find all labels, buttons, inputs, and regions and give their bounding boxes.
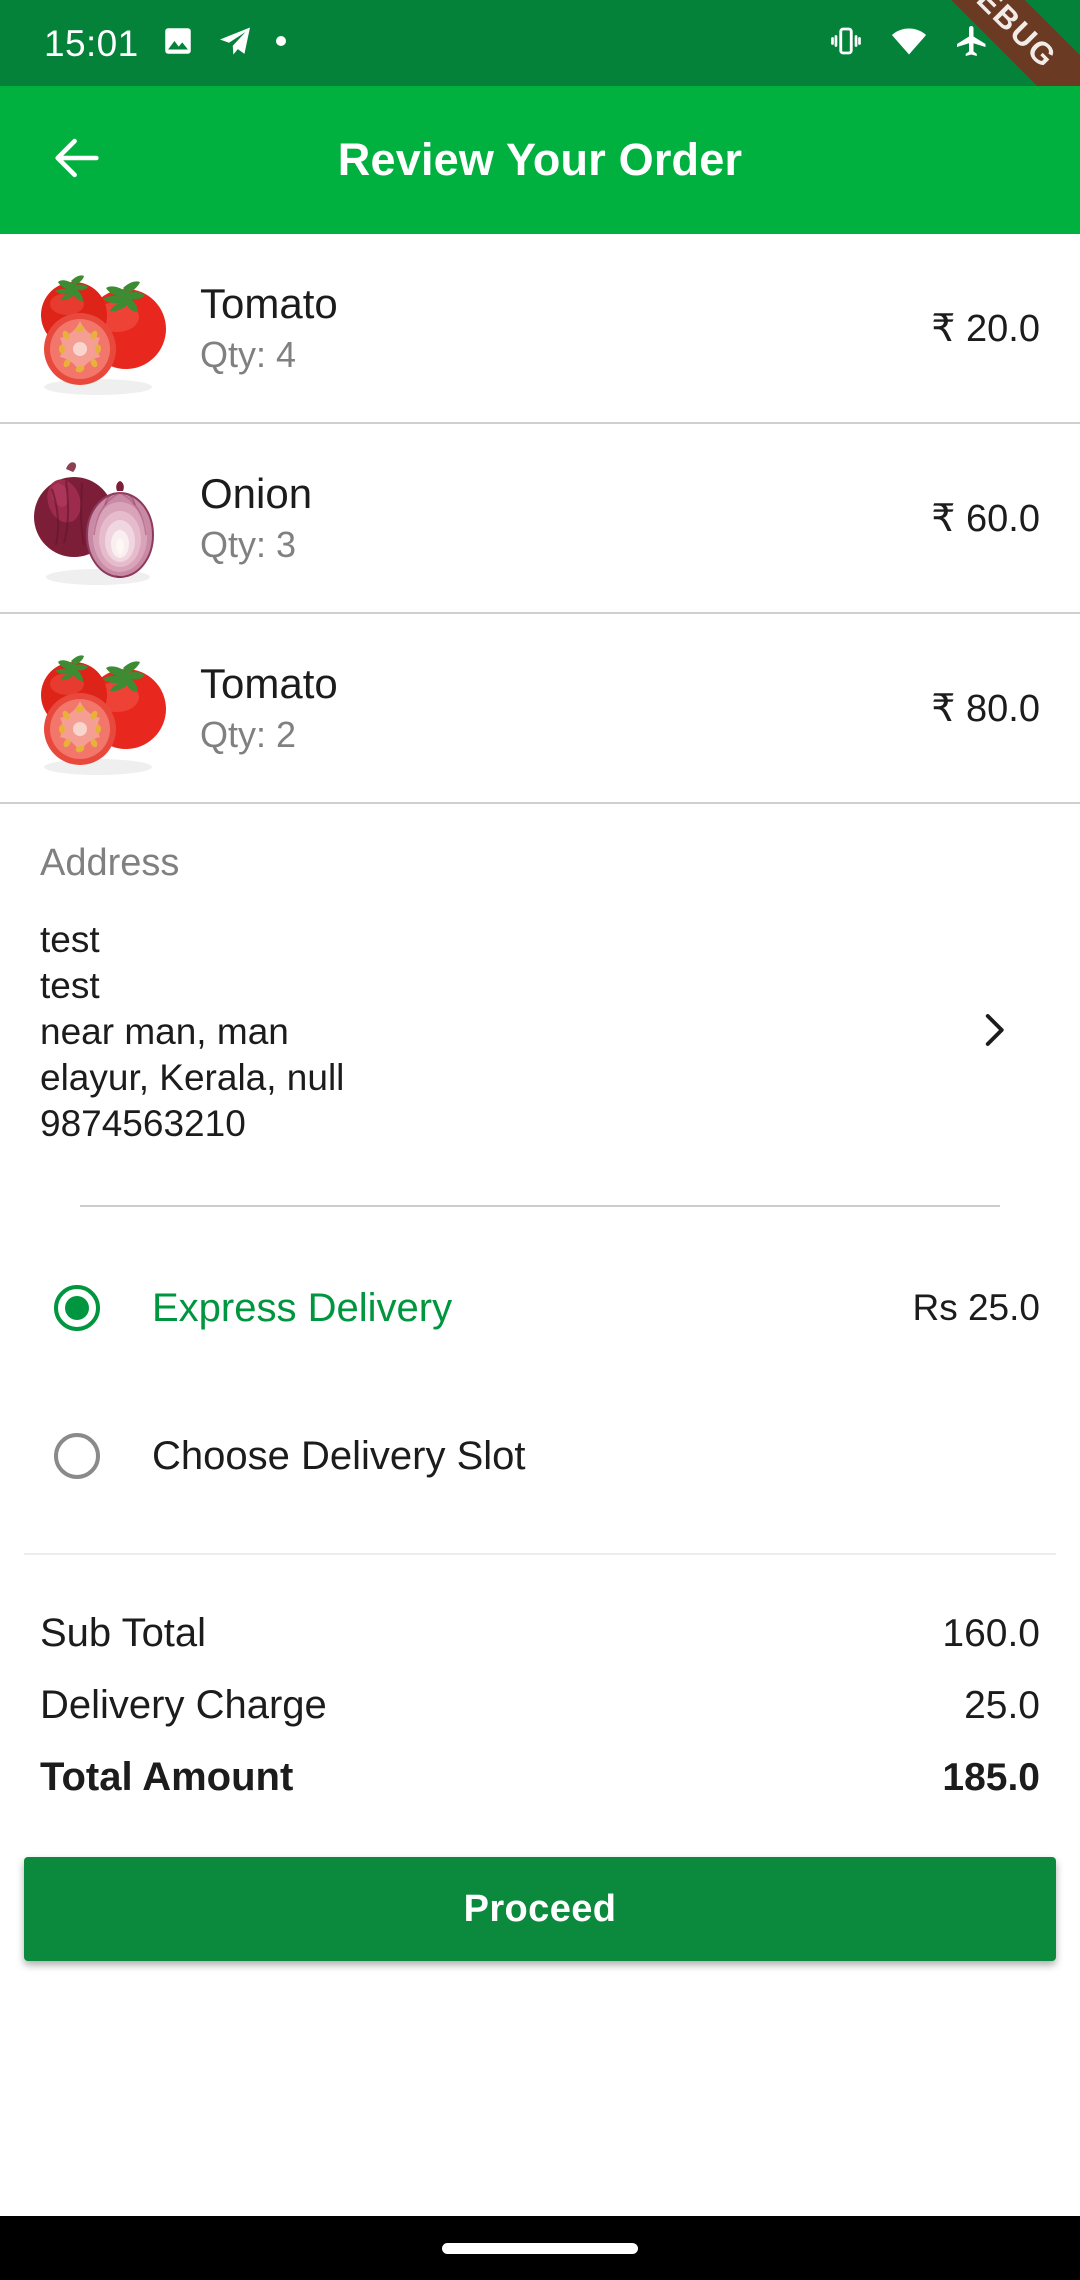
page-title: Review Your Order: [337, 134, 743, 185]
address-line: near man, man: [40, 1011, 289, 1052]
delivery-option-label: Express Delivery: [152, 1285, 453, 1330]
dot-icon: [275, 34, 287, 52]
address-line: test: [40, 965, 100, 1006]
delivery-option-slot[interactable]: Choose Delivery Slot: [40, 1405, 1040, 1507]
total-value: 25.0: [964, 1684, 1040, 1727]
telegram-icon: [217, 23, 253, 64]
total-label: Sub Total: [40, 1611, 207, 1655]
status-bar: 15:01 DEBUG: [0, 0, 1080, 86]
order-item-row[interactable]: Tomato Qty: 2 ₹ 80.0: [0, 614, 1080, 804]
chevron-right-icon: [972, 1009, 1014, 1056]
order-item-qty: Qty: 2: [200, 714, 297, 756]
total-value: 185.0: [942, 1756, 1040, 1799]
order-item-name: Onion: [200, 470, 313, 518]
status-bar-right: [828, 22, 1054, 65]
address-lines: test test near man, man elayur, Kerala, …: [40, 917, 972, 1147]
delivery-option-label: Choose Delivery Slot: [152, 1433, 526, 1478]
proceed-container: Proceed: [0, 1827, 1080, 1961]
totals-section: Sub Total 160.0 Delivery Charge 25.0 Tot…: [0, 1555, 1080, 1827]
battery-icon: [1016, 23, 1046, 64]
system-navigation-bar: [0, 2216, 1080, 2280]
address-row[interactable]: test test near man, man elayur, Kerala, …: [40, 917, 1040, 1147]
address-line: elayur, Kerala, null: [40, 1057, 345, 1098]
onion-image: [18, 443, 178, 593]
proceed-button[interactable]: Proceed: [24, 1857, 1056, 1961]
order-item-info: Onion Qty: 3: [178, 470, 931, 566]
order-item-price: ₹ 60.0: [931, 497, 1040, 540]
proceed-button-label: Proceed: [463, 1887, 617, 1930]
app-screen: 15:01 DEBUG Review Your Order Tomato Qty…: [0, 0, 1080, 2280]
total-label: Delivery Charge: [40, 1683, 327, 1727]
status-time: 15:01: [44, 22, 139, 64]
vibrate-icon: [828, 23, 864, 64]
total-row-delivery-charge: Delivery Charge 25.0: [40, 1683, 1040, 1755]
address-line: 9874563210: [40, 1103, 246, 1144]
airplane-mode-icon: [954, 23, 990, 64]
app-bar: Review Your Order: [0, 86, 1080, 234]
total-row-total-amount: Total Amount 185.0: [40, 1755, 1040, 1827]
order-item-info: Tomato Qty: 2: [178, 660, 931, 756]
address-line: test: [40, 919, 100, 960]
gesture-handle[interactable]: [442, 2242, 638, 2254]
address-edit-button[interactable]: [972, 1009, 1040, 1056]
address-label: Address: [40, 842, 180, 884]
delivery-options-section: Express Delivery Rs 25.0 Choose Delivery…: [0, 1207, 1080, 1507]
order-item-qty: Qty: 4: [200, 334, 297, 376]
order-item-price: ₹ 80.0: [931, 687, 1040, 730]
order-item-name: Tomato: [200, 280, 338, 328]
order-item-info: Tomato Qty: 4: [178, 280, 931, 376]
order-item-row[interactable]: Onion Qty: 3 ₹ 60.0: [0, 424, 1080, 614]
total-row-subtotal: Sub Total 160.0: [40, 1611, 1040, 1683]
tomato-image: [18, 253, 178, 403]
total-value: 160.0: [942, 1612, 1040, 1655]
address-section: Address test test near man, man elayur, …: [0, 804, 1080, 1207]
order-item-row[interactable]: Tomato Qty: 4 ₹ 20.0: [0, 234, 1080, 424]
radio-express-delivery[interactable]: [54, 1285, 100, 1331]
total-label: Total Amount: [40, 1755, 294, 1799]
order-item-price: ₹ 20.0: [931, 307, 1040, 350]
delivery-option-price: Rs 25.0: [912, 1287, 1040, 1328]
delivery-option-express[interactable]: Express Delivery Rs 25.0: [40, 1257, 1040, 1359]
order-item-qty: Qty: 3: [200, 524, 297, 566]
wifi-icon: [890, 22, 928, 65]
order-item-name: Tomato: [200, 660, 338, 708]
image-icon: [161, 24, 195, 63]
tomato-image: [18, 633, 178, 783]
status-bar-left: 15:01: [44, 23, 287, 64]
radio-choose-delivery-slot[interactable]: [54, 1433, 100, 1479]
